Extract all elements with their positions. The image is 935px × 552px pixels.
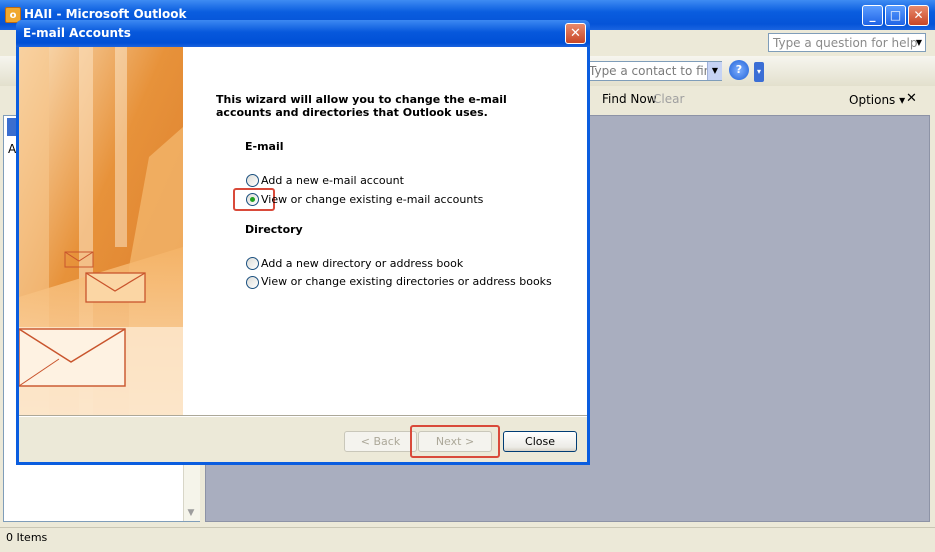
add-directory-label[interactable]: Add a new directory or address book	[261, 257, 463, 270]
app-title: HAII - Microsoft Outlook	[24, 7, 187, 21]
status-text: 0 Items	[6, 531, 48, 544]
dialog-close-button[interactable]: ✕	[565, 23, 586, 44]
help-search-input[interactable]: Type a question for help	[768, 33, 926, 52]
radio-view-directories[interactable]	[246, 276, 259, 289]
view-email-accounts-label[interactable]: View or change existing e-mail accounts	[261, 193, 483, 206]
help-dropdown-icon[interactable]: ▼	[914, 35, 924, 50]
radio-view-email-accounts[interactable]	[246, 193, 259, 206]
wizard-banner-image	[19, 47, 183, 416]
add-email-account-label[interactable]: Add a new e-mail account	[261, 174, 404, 187]
toolbar-options-icon[interactable]: ▾	[754, 62, 764, 82]
contact-placeholder: Type a contact to find	[589, 64, 719, 78]
scroll-down-icon[interactable]: ▼	[183, 505, 199, 521]
radio-add-email-account[interactable]	[246, 174, 259, 187]
close-dialog-button[interactable]: Close	[503, 431, 577, 452]
contact-dropdown-icon[interactable]: ▼	[707, 62, 722, 80]
maximize-button[interactable]: □	[885, 5, 906, 26]
find-close-icon[interactable]: ✕	[906, 91, 917, 106]
wizard-intro-text: This wizard will allow you to change the…	[216, 93, 507, 119]
contact-search-input[interactable]: Type a contact to find	[570, 61, 722, 81]
find-now-button[interactable]: Find Now	[602, 92, 657, 106]
pane-label: A	[8, 142, 17, 156]
dialog-title: E-mail Accounts	[23, 26, 131, 40]
status-bar	[0, 527, 935, 552]
help-icon[interactable]: ?	[729, 60, 749, 80]
view-directories-label[interactable]: View or change existing directories or a…	[261, 275, 552, 288]
options-label: Options	[849, 93, 896, 107]
back-button[interactable]: < Back	[344, 431, 417, 452]
dialog-footer	[19, 416, 587, 462]
minimize-button[interactable]: _	[862, 5, 883, 26]
next-button[interactable]: Next >	[418, 431, 492, 452]
directory-section-heading: Directory	[245, 223, 303, 236]
envelope-icon	[85, 272, 146, 303]
radio-add-directory[interactable]	[246, 257, 259, 270]
envelope-icon	[19, 328, 126, 387]
close-button[interactable]: ✕	[908, 5, 929, 26]
email-section-heading: E-mail	[245, 140, 284, 153]
help-placeholder: Type a question for help	[773, 36, 918, 50]
options-button[interactable]: Options ▾	[849, 93, 905, 107]
clear-button[interactable]: Clear	[653, 92, 684, 106]
